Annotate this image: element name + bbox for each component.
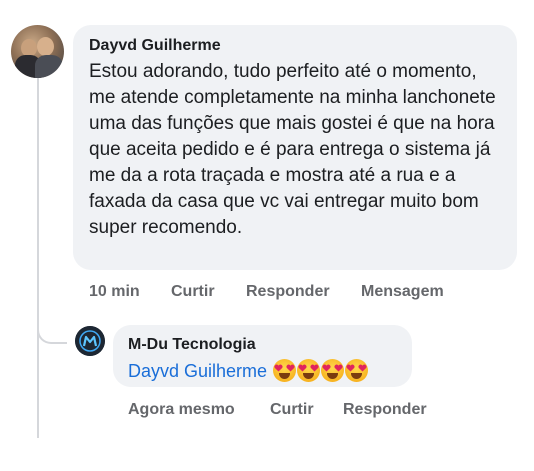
reply-button[interactable]: Responder — [246, 283, 361, 301]
mdu-logo-icon — [75, 326, 105, 356]
heart-eyes-emoji-icon — [345, 359, 369, 382]
thread-line — [37, 78, 39, 438]
comment-text: Estou adorando, tudo perfeito até o mome… — [89, 61, 496, 238]
like-button[interactable]: Curtir — [171, 283, 246, 301]
emoji-group — [273, 359, 369, 382]
message-button[interactable]: Mensagem — [361, 283, 444, 301]
mention-link[interactable]: Dayvd Guilherme — [128, 360, 267, 382]
reply-connector-line — [37, 300, 67, 344]
heart-eyes-emoji-icon — [297, 359, 321, 382]
comment-timestamp[interactable]: 10 min — [89, 283, 171, 301]
reply-actions: Agora mesmo Curtir Responder — [128, 401, 427, 419]
commenter-avatar[interactable] — [11, 25, 64, 78]
heart-eyes-emoji-icon — [273, 359, 297, 382]
reply-author-avatar[interactable] — [75, 326, 105, 356]
comment-bubble: Dayvd Guilherme Estou adorando, tudo per… — [73, 25, 517, 270]
reply-bubble: M-Du Tecnologia Dayvd Guilherme — [113, 325, 412, 387]
reply-author[interactable]: M-Du Tecnologia — [128, 335, 397, 355]
reply-like-button[interactable]: Curtir — [270, 401, 343, 419]
comment-actions: 10 min Curtir Responder Mensagem — [89, 283, 444, 301]
reply-timestamp[interactable]: Agora mesmo — [128, 401, 270, 419]
reply-reply-button[interactable]: Responder — [343, 401, 427, 419]
comment-author[interactable]: Dayvd Guilherme — [89, 36, 501, 56]
heart-eyes-emoji-icon — [321, 359, 345, 382]
